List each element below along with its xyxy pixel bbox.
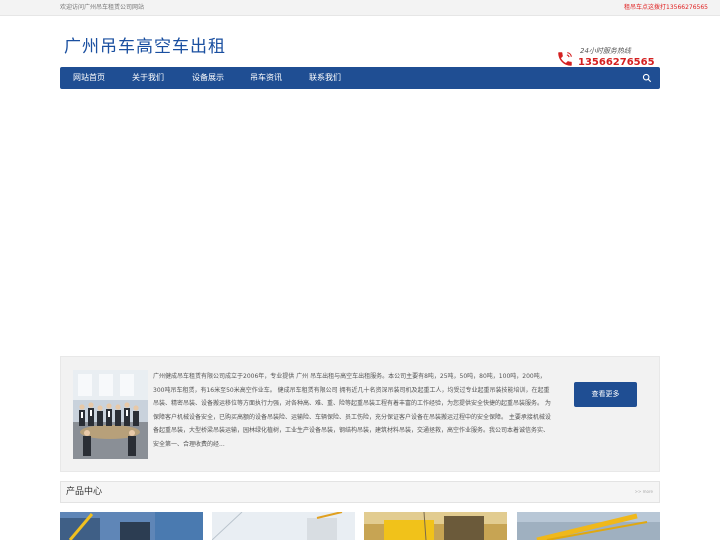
hotline-label: 24小时服务热线 <box>580 47 631 55</box>
search-icon[interactable] <box>642 73 652 83</box>
about-section: 广州健成吊车租赁有限公司成立于2006年，专业提供 广州 吊车出租与高空车出租服… <box>60 356 660 472</box>
nav-item-equipment[interactable]: 设备展示 <box>192 67 224 89</box>
product-image[interactable] <box>364 512 507 540</box>
main-nav: 网站首页 关于我们 设备展示 吊车资讯 联系我们 <box>60 67 660 89</box>
team-photo <box>73 370 148 459</box>
site-logo[interactable]: 广州吊车高空车出租 <box>64 32 226 57</box>
view-more-button[interactable]: 查看更多 <box>574 382 637 407</box>
about-description: 广州健成吊车租赁有限公司成立于2006年，专业提供 广州 吊车出租与高空车出租服… <box>153 373 551 448</box>
product-center-header: 产品中心 >> more <box>60 481 660 503</box>
product-center-title: 产品中心 <box>66 487 103 497</box>
call-now-link[interactable]: 租吊车点这拨打13566276565 <box>624 0 708 15</box>
phone-icon <box>558 52 572 66</box>
product-more-link[interactable]: >> more <box>635 482 653 502</box>
nav-item-contact[interactable]: 联系我们 <box>309 67 341 89</box>
nav-item-about[interactable]: 关于我们 <box>132 67 164 89</box>
nav-item-news[interactable]: 吊车资讯 <box>250 67 282 89</box>
banner-area <box>0 89 720 351</box>
site-header: 广州吊车高空车出租 24小时服务热线 13566276565 <box>0 16 720 68</box>
top-bar: 欢迎访问广州吊车租赁公司网站 租吊车点这拨打13566276565 <box>0 0 720 16</box>
product-image[interactable] <box>212 512 355 540</box>
welcome-text: 欢迎访问广州吊车租赁公司网站 <box>60 4 145 11</box>
product-image[interactable] <box>517 512 660 540</box>
product-image[interactable] <box>60 512 203 540</box>
product-list <box>60 512 660 540</box>
nav-item-home[interactable]: 网站首页 <box>73 67 105 89</box>
